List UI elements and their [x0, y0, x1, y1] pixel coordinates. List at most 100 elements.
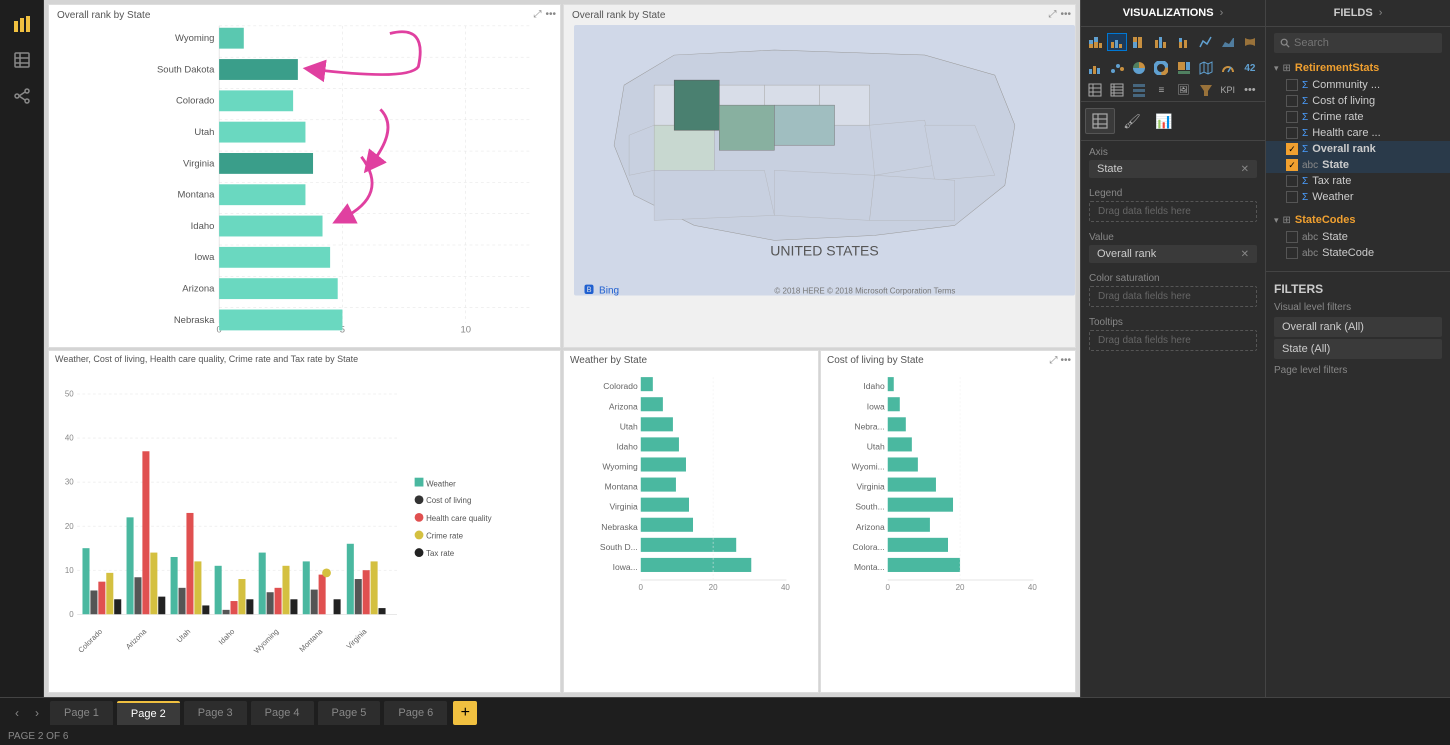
statecodes-state-checkbox[interactable]	[1286, 231, 1298, 243]
kpi-icon[interactable]: KPI	[1218, 81, 1238, 99]
tax-checkbox[interactable]	[1286, 175, 1298, 187]
statecode-field[interactable]: abc StateCode	[1266, 245, 1450, 261]
fields-tab[interactable]: FIELDS ›	[1265, 0, 1450, 26]
stacked-col-icon[interactable]	[1174, 33, 1194, 51]
weather-chart-title: Weather by State	[564, 351, 653, 370]
visualizations-tab-label: VISUALIZATIONS	[1123, 7, 1214, 19]
legend-dropzone[interactable]: Drag data fields here	[1089, 201, 1257, 222]
tax-label: Tax rate	[1312, 175, 1351, 187]
waterfall-icon[interactable]	[1085, 59, 1105, 77]
svg-text:Bing: Bing	[599, 286, 619, 297]
page-6-tab[interactable]: Page 6	[384, 701, 447, 725]
field-state[interactable]: ✓ abc State	[1266, 157, 1450, 173]
card-icon[interactable]: 42	[1240, 59, 1260, 77]
bottom-left-chart-svg: 50 40 30 20 10 0	[49, 351, 560, 693]
page-3-tab[interactable]: Page 3	[184, 701, 247, 725]
svg-text:🅱: 🅱	[584, 285, 594, 297]
100pct-bar-icon[interactable]	[1129, 33, 1149, 51]
slicer-icon[interactable]: ≡	[1151, 81, 1171, 99]
focus-mode-icon[interactable]: ⤢	[533, 9, 541, 20]
health-checkbox[interactable]	[1286, 127, 1298, 139]
fields-search-input[interactable]	[1294, 37, 1436, 49]
axis-clear-btn[interactable]: ✕	[1241, 164, 1249, 175]
field-community[interactable]: Σ Community ...	[1266, 77, 1450, 93]
multi-row-icon[interactable]	[1129, 81, 1149, 99]
top-left-chart[interactable]: Overall rank by State ⤢ •••	[48, 4, 561, 348]
field-overall-rank[interactable]: ✓ Σ Overall rank	[1266, 141, 1450, 157]
color-saturation-dropzone[interactable]: Drag data fields here	[1089, 286, 1257, 307]
report-view-icon[interactable]	[6, 8, 38, 40]
cost-checkbox[interactable]	[1286, 95, 1298, 107]
statecode-checkbox[interactable]	[1286, 247, 1298, 259]
statecodes-state-field[interactable]: abc State	[1266, 229, 1450, 245]
add-page-btn[interactable]: +	[453, 701, 477, 725]
cost-chart[interactable]: Cost of living by State ⤢ ••• Idaho Iowa…	[820, 350, 1076, 694]
weather-checkbox[interactable]	[1286, 191, 1298, 203]
data-view-icon[interactable]	[6, 44, 38, 76]
search-icon	[1280, 37, 1290, 49]
svg-text:South...: South...	[855, 501, 884, 511]
retirement-stats-header[interactable]: ▾ ⊞ RetirementStats	[1266, 59, 1450, 77]
community-checkbox[interactable]	[1286, 79, 1298, 91]
clustered-col-icon[interactable]	[1151, 33, 1171, 51]
ribbon-chart-icon[interactable]	[1240, 33, 1260, 51]
bottom-left-chart[interactable]: Weather, Cost of living, Health care qua…	[48, 350, 561, 694]
axis-dropdown[interactable]: State ✕	[1089, 160, 1257, 178]
weather-chart[interactable]: Weather by State Colorado Arizona Utah I…	[563, 350, 819, 694]
value-clear-btn[interactable]: ✕	[1241, 249, 1249, 260]
svg-text:Montana: Montana	[605, 481, 638, 491]
model-view-icon[interactable]	[6, 80, 38, 112]
treemap-icon[interactable]	[1174, 59, 1194, 77]
image-icon[interactable]: 🖼	[1174, 81, 1194, 99]
fields-expand-arrow[interactable]: ›	[1379, 7, 1383, 19]
fields-section-icon[interactable]	[1085, 108, 1115, 134]
page-2-tab[interactable]: Page 2	[117, 701, 180, 725]
map-expand-icon[interactable]: ⤢	[1048, 9, 1056, 20]
donut-icon[interactable]	[1151, 59, 1171, 77]
state-filter[interactable]: State (All)	[1274, 339, 1442, 359]
clustered-bar-icon[interactable]	[1107, 33, 1127, 51]
line-chart-icon[interactable]	[1196, 33, 1216, 51]
top-right-chart[interactable]: Overall rank by State ⤢ •••	[563, 4, 1076, 348]
funnel-icon[interactable]	[1196, 81, 1216, 99]
page-4-tab[interactable]: Page 4	[251, 701, 314, 725]
page-next-btn[interactable]: ›	[28, 703, 46, 723]
more-visuals-icon[interactable]: •••	[1240, 81, 1260, 99]
page-prev-btn[interactable]: ‹	[8, 703, 26, 723]
scatter-icon[interactable]	[1107, 59, 1127, 77]
field-tax-rate[interactable]: Σ Tax rate	[1266, 173, 1450, 189]
visualizations-tab[interactable]: VISUALIZATIONS ›	[1081, 0, 1265, 26]
gauge-icon[interactable]	[1218, 59, 1238, 77]
page-1-tab[interactable]: Page 1	[50, 701, 113, 725]
community-label: Community ...	[1312, 79, 1380, 91]
more-options-icon[interactable]: •••	[545, 9, 556, 20]
field-health-care[interactable]: Σ Health care ...	[1266, 125, 1450, 141]
tooltips-dropzone[interactable]: Drag data fields here	[1089, 330, 1257, 351]
field-crime-rate[interactable]: Σ Crime rate	[1266, 109, 1450, 125]
analytics-section-icon[interactable]: 📊	[1149, 108, 1179, 134]
page-5-tab[interactable]: Page 5	[318, 701, 381, 725]
format-section-icon[interactable]: 🖌	[1117, 108, 1147, 134]
state-codes-header[interactable]: ▾ ⊞ StateCodes	[1266, 211, 1450, 229]
overall-rank-checkbox[interactable]: ✓	[1286, 143, 1298, 155]
visualizations-expand-arrow[interactable]: ›	[1220, 7, 1224, 19]
stacked-bar-icon[interactable]	[1085, 33, 1105, 51]
overall-rank-filter[interactable]: Overall rank (All)	[1274, 317, 1442, 337]
crime-checkbox[interactable]	[1286, 111, 1298, 123]
pie-icon[interactable]	[1129, 59, 1149, 77]
svg-text:Crime rate: Crime rate	[426, 531, 464, 540]
svg-text:Colorado: Colorado	[76, 626, 104, 654]
area-chart-icon[interactable]	[1218, 33, 1238, 51]
map-icon[interactable]	[1196, 59, 1216, 77]
table-icon2[interactable]	[1085, 81, 1105, 99]
map-more-icon[interactable]: •••	[1060, 9, 1071, 20]
cost-expand-icon[interactable]: ⤢	[1049, 355, 1057, 366]
matrix-icon[interactable]	[1107, 81, 1127, 99]
cost-more-icon[interactable]: •••	[1060, 355, 1071, 366]
svg-text:Monta...: Monta...	[854, 561, 885, 571]
community-sigma-icon: Σ	[1302, 80, 1308, 91]
state-checkbox[interactable]: ✓	[1286, 159, 1298, 171]
field-weather[interactable]: Σ Weather	[1266, 189, 1450, 205]
value-dropdown[interactable]: Overall rank ✕	[1089, 245, 1257, 263]
field-cost-of-living[interactable]: Σ Cost of living	[1266, 93, 1450, 109]
